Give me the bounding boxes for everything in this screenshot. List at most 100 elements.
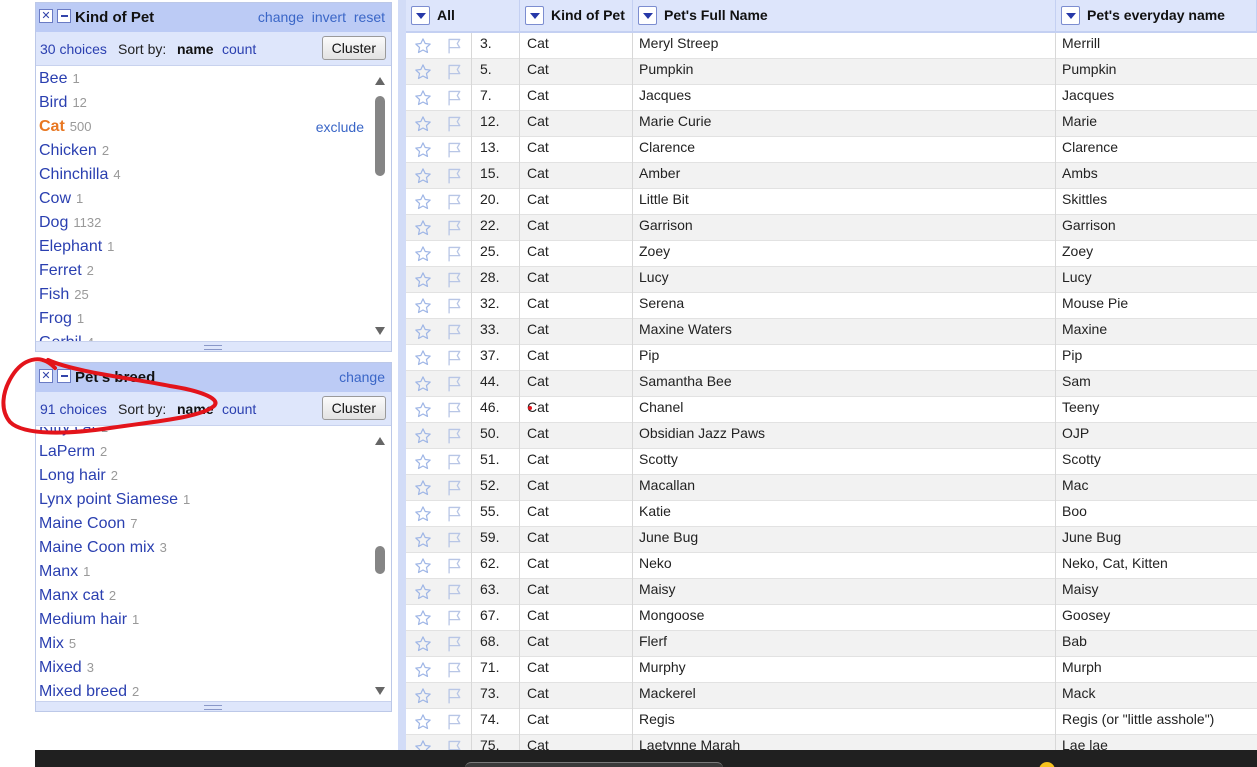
facet-choice[interactable]: Bird 12 [39,91,374,115]
flag-icon[interactable] [444,193,464,211]
cell-everyday-name[interactable]: Bab [1062,631,1087,651]
star-icon[interactable] [414,375,432,393]
minimize-icon[interactable] [57,369,71,383]
star-icon[interactable] [414,531,432,549]
facet-choice-label[interactable]: Ferret [39,262,82,279]
star-icon[interactable] [414,557,432,575]
cell-kind-of-pet[interactable]: Cat [527,137,549,157]
star-icon[interactable] [414,609,432,627]
flag-icon[interactable] [444,115,464,133]
flag-icon[interactable] [444,687,464,705]
cell-full-name[interactable]: Scotty [639,449,678,469]
facet-choice-label[interactable]: Gerbil [39,334,82,341]
change-link[interactable]: change [339,369,385,385]
invert-link[interactable]: invert [312,9,346,25]
cell-everyday-name[interactable]: Zoey [1062,241,1093,261]
star-icon[interactable] [414,193,432,211]
flag-icon[interactable] [444,583,464,601]
cell-kind-of-pet[interactable]: Cat [527,33,549,53]
cell-kind-of-pet[interactable]: Cat [527,605,549,625]
cell-kind-of-pet[interactable]: Cat [527,553,549,573]
star-icon[interactable] [414,167,432,185]
star-icon[interactable] [414,219,432,237]
star-icon[interactable] [414,115,432,133]
cell-full-name[interactable]: Pip [639,345,659,365]
cell-full-name[interactable]: Mackerel [639,683,696,703]
flag-icon[interactable] [444,453,464,471]
star-icon[interactable] [414,323,432,341]
cell-everyday-name[interactable]: Regis (or "little asshole") [1062,709,1214,729]
close-icon[interactable]: ✕ [39,369,53,383]
facet-choice[interactable]: Cow 1 [39,187,374,211]
star-icon[interactable] [414,453,432,471]
cell-kind-of-pet[interactable]: Cat [527,475,549,495]
cell-full-name[interactable]: Pumpkin [639,59,693,79]
scrollbar[interactable] [372,431,388,697]
cell-full-name[interactable]: Garrison [639,215,693,235]
cell-full-name[interactable]: Marie Curie [639,111,711,131]
facet-choice-label[interactable]: Long hair [39,467,106,484]
cell-kind-of-pet[interactable]: Cat [527,111,549,131]
cell-full-name[interactable]: Regis [639,709,675,729]
cell-full-name[interactable]: Flerf [639,631,667,651]
flag-icon[interactable] [444,375,464,393]
cell-kind-of-pet[interactable]: Cat [527,397,549,417]
scrollbar[interactable] [372,71,388,337]
flag-icon[interactable] [444,245,464,263]
cell-full-name[interactable]: June Bug [639,527,698,547]
facet-choice-label[interactable]: Elephant [39,238,102,255]
flag-icon[interactable] [444,89,464,107]
flag-icon[interactable] [444,739,464,750]
flag-icon[interactable] [444,713,464,731]
resize-handle[interactable] [36,341,391,351]
facet-choice-label[interactable]: Medium hair [39,611,127,628]
star-icon[interactable] [414,661,432,679]
cell-everyday-name[interactable]: Lucy [1062,267,1092,287]
cell-kind-of-pet[interactable]: Cat [527,215,549,235]
star-icon[interactable] [414,739,432,750]
flag-icon[interactable] [444,271,464,289]
facet-choice-label[interactable]: Maine Coon mix [39,539,155,556]
facet-choice-label[interactable]: Mix [39,635,64,652]
cell-kind-of-pet[interactable]: Cat [527,345,549,365]
dropdown-arrow-icon[interactable] [411,6,430,25]
dropdown-arrow-icon[interactable] [638,6,657,25]
cell-full-name[interactable]: Meryl Streep [639,33,718,53]
flag-icon[interactable] [444,557,464,575]
cell-kind-of-pet[interactable]: Cat [527,449,549,469]
cell-full-name[interactable]: Katie [639,501,671,521]
facet-choice-label[interactable]: Cow [39,190,71,207]
facet-choice-label[interactable]: Fish [39,286,69,303]
cell-full-name[interactable]: Laetynne Marah [639,735,740,750]
cell-everyday-name[interactable]: Pip [1062,345,1082,365]
facet-choice[interactable]: LaPerm 2 [39,440,374,464]
cell-kind-of-pet[interactable]: Cat [527,501,549,521]
cell-full-name[interactable]: Chanel [639,397,683,417]
cell-kind-of-pet[interactable]: Cat [527,319,549,339]
cell-full-name[interactable]: Amber [639,163,680,183]
facet-choice[interactable]: Kitty cat 1 [39,427,374,440]
scroll-down-arrow-icon[interactable] [375,327,385,335]
sort-by-name[interactable]: name [177,401,214,417]
facet-choice-label[interactable]: Frog [39,310,72,327]
cell-full-name[interactable]: Jacques [639,85,691,105]
cell-everyday-name[interactable]: Garrison [1062,215,1116,235]
panel-splitter[interactable] [398,0,406,750]
facet-choice[interactable]: Frog 1 [39,307,374,331]
flag-icon[interactable] [444,323,464,341]
flag-icon[interactable] [444,401,464,419]
star-icon[interactable] [414,713,432,731]
cell-full-name[interactable]: Macallan [639,475,695,495]
facet-choice[interactable]: Fish 25 [39,283,374,307]
close-icon[interactable]: ✕ [39,9,53,23]
cell-everyday-name[interactable]: Pumpkin [1062,59,1116,79]
sort-by-count[interactable]: count [222,401,256,417]
cell-everyday-name[interactable]: Sam [1062,371,1091,391]
cell-everyday-name[interactable]: Maxine [1062,319,1107,339]
facet-choice[interactable]: Gerbil4 [39,331,374,341]
sort-by-count[interactable]: count [222,41,256,57]
facet-choice[interactable]: Bee 1 [39,67,374,91]
cell-kind-of-pet[interactable]: Cat [527,241,549,261]
dropdown-arrow-icon[interactable] [1061,6,1080,25]
cell-full-name[interactable]: Maisy [639,579,676,599]
